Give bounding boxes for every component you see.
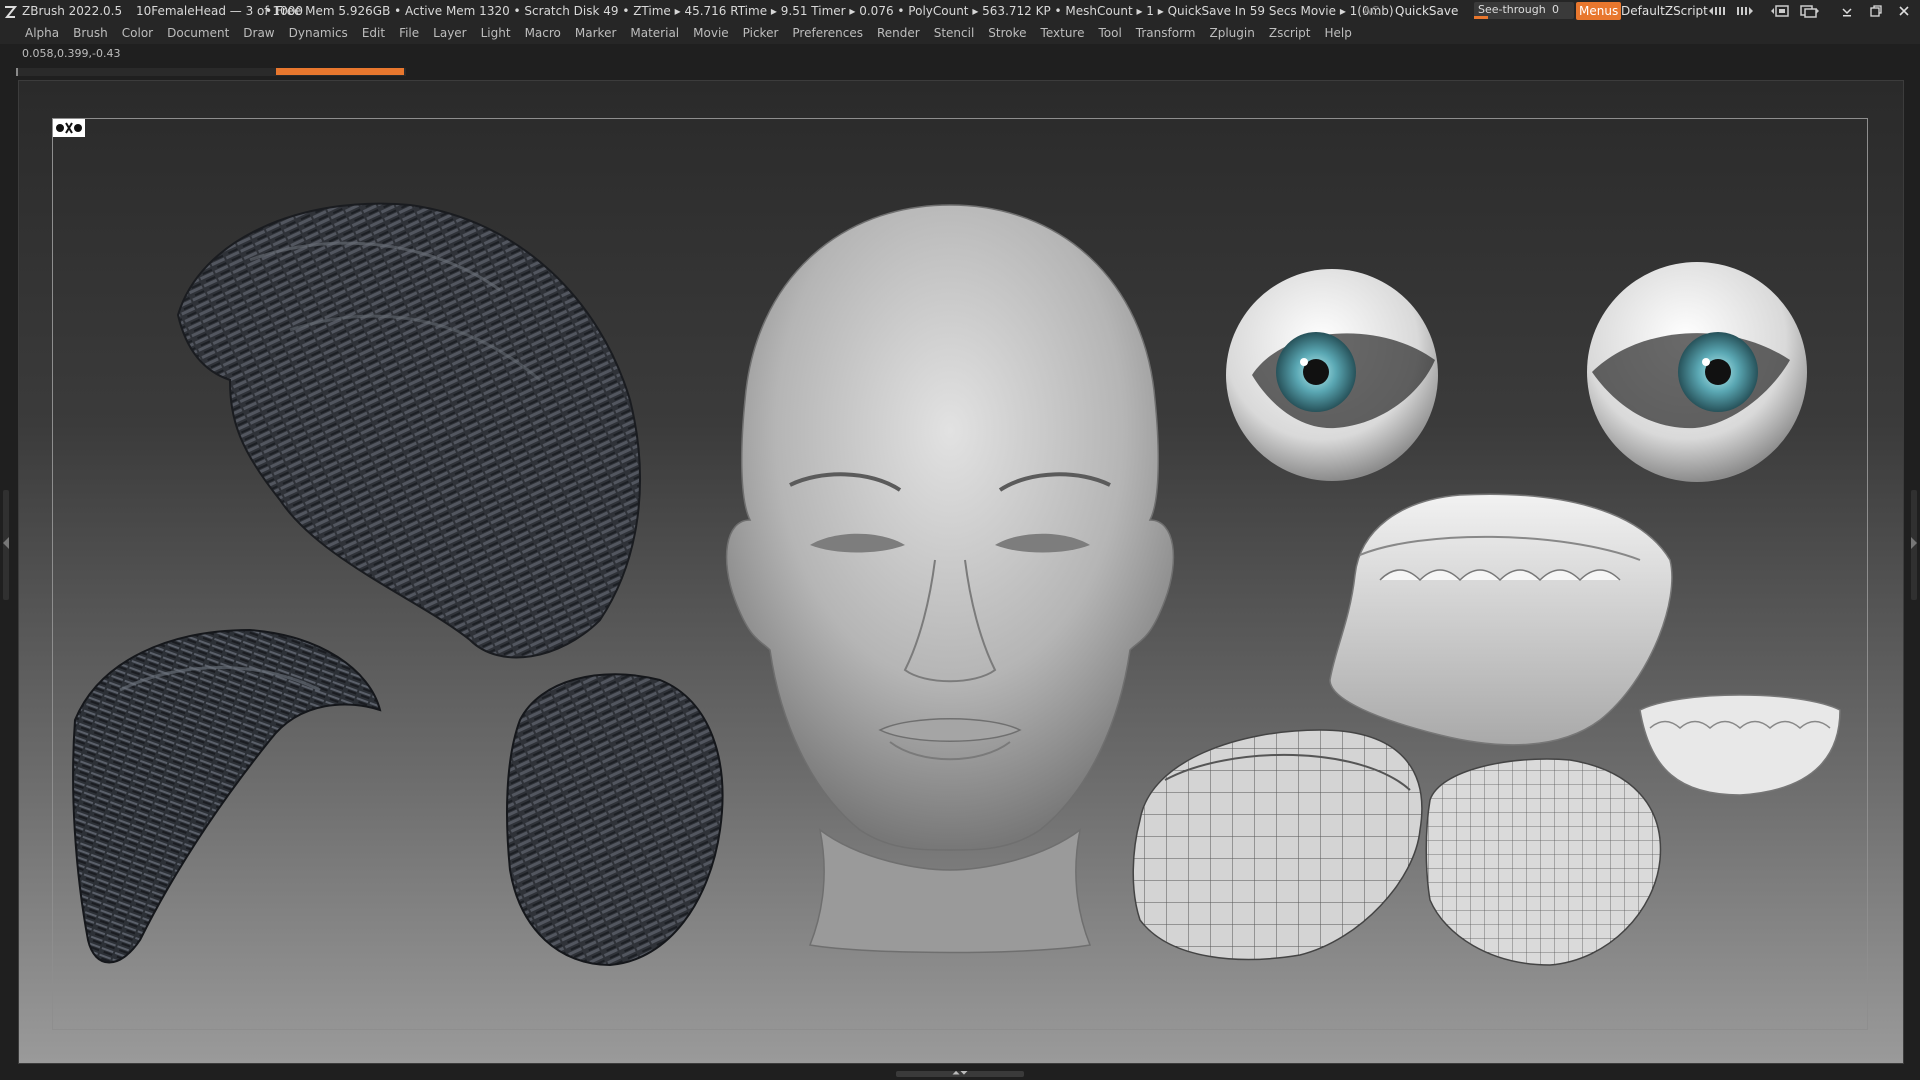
- right-tray-handle[interactable]: [1911, 490, 1917, 600]
- right-arrow-icon: [1911, 537, 1917, 549]
- left-tray-handle[interactable]: [3, 490, 9, 600]
- hair-strands-mesh[interactable]: [72, 628, 382, 964]
- teeth-gums-mesh[interactable]: [1329, 493, 1673, 746]
- left-arrow-icon: [3, 537, 9, 549]
- female-head-mesh[interactable]: [725, 204, 1175, 954]
- gums-wireframe-left[interactable]: [1132, 729, 1423, 961]
- bottom-tray-handle[interactable]: ⏶⏷: [896, 1068, 1024, 1079]
- lower-teeth-mesh[interactable]: [1639, 694, 1841, 796]
- viewport-3d-scene[interactable]: [0, 0, 1920, 1080]
- hair-cap-mesh[interactable]: [176, 202, 641, 659]
- right-eyeball[interactable]: [1587, 262, 1807, 482]
- hair-bun-mesh[interactable]: [506, 673, 724, 967]
- up-down-arrow-icon: ⏶⏷: [952, 1068, 968, 1079]
- left-eyeball[interactable]: [1226, 269, 1438, 481]
- gums-wireframe-right[interactable]: [1425, 758, 1662, 966]
